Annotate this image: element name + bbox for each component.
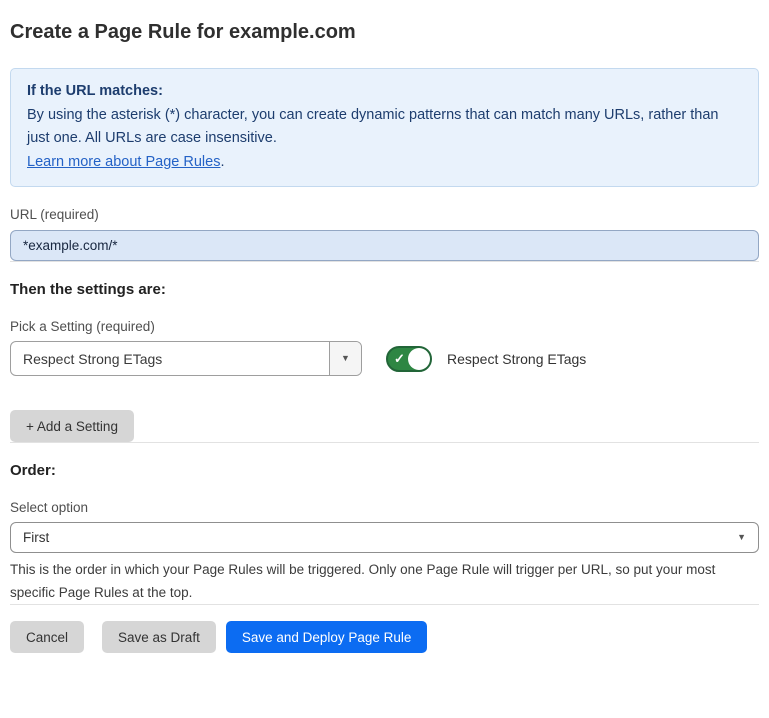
info-callout-body: By using the asterisk (*) character, you… bbox=[27, 104, 742, 151]
setting-dropdown-value: Respect Strong ETags bbox=[11, 342, 329, 375]
toggle-label: Respect Strong ETags bbox=[447, 351, 586, 367]
order-section-heading: Order: bbox=[10, 462, 759, 480]
toggle-knob bbox=[408, 348, 430, 370]
url-input[interactable] bbox=[10, 230, 759, 261]
info-callout-heading: If the URL matches: bbox=[27, 80, 742, 104]
check-icon: ✓ bbox=[394, 351, 405, 367]
info-callout-link-line: Learn more about Page Rules. bbox=[27, 151, 742, 175]
url-match-info-callout: If the URL matches: By using the asteris… bbox=[10, 68, 759, 187]
learn-more-link[interactable]: Learn more about Page Rules bbox=[27, 154, 220, 170]
page-rule-form: Create a Page Rule for example.com If th… bbox=[0, 0, 769, 653]
page-title: Create a Page Rule for example.com bbox=[10, 20, 759, 44]
divider-settings-order bbox=[10, 442, 759, 443]
link-period: . bbox=[220, 154, 224, 170]
footer-actions: Cancel Save as Draft Save and Deploy Pag… bbox=[10, 621, 759, 653]
pick-setting-label: Pick a Setting (required) bbox=[10, 318, 759, 335]
chevron-down-icon: ▼ bbox=[341, 354, 350, 363]
save-as-draft-button[interactable]: Save as Draft bbox=[102, 621, 216, 653]
order-select-label: Select option bbox=[10, 499, 759, 516]
divider-footer bbox=[10, 604, 759, 605]
save-and-deploy-button[interactable]: Save and Deploy Page Rule bbox=[226, 621, 428, 653]
chevron-down-icon: ▼ bbox=[737, 533, 746, 542]
url-field-label: URL (required) bbox=[10, 206, 759, 223]
setting-dropdown[interactable]: Respect Strong ETags ▼ bbox=[10, 341, 362, 376]
add-setting-button[interactable]: + Add a Setting bbox=[10, 410, 134, 442]
setting-dropdown-arrow-button[interactable]: ▼ bbox=[329, 342, 361, 375]
order-select-value: First bbox=[23, 530, 737, 545]
settings-section-heading: Then the settings are: bbox=[10, 281, 759, 299]
order-select[interactable]: First ▼ bbox=[10, 522, 759, 553]
setting-picker-row: Respect Strong ETags ▼ ✓ Respect Strong … bbox=[10, 341, 759, 376]
divider-url-settings bbox=[10, 261, 759, 262]
cancel-button[interactable]: Cancel bbox=[10, 621, 84, 653]
order-help-text: This is the order in which your Page Rul… bbox=[10, 558, 759, 604]
respect-strong-etags-toggle[interactable]: ✓ bbox=[386, 346, 432, 372]
